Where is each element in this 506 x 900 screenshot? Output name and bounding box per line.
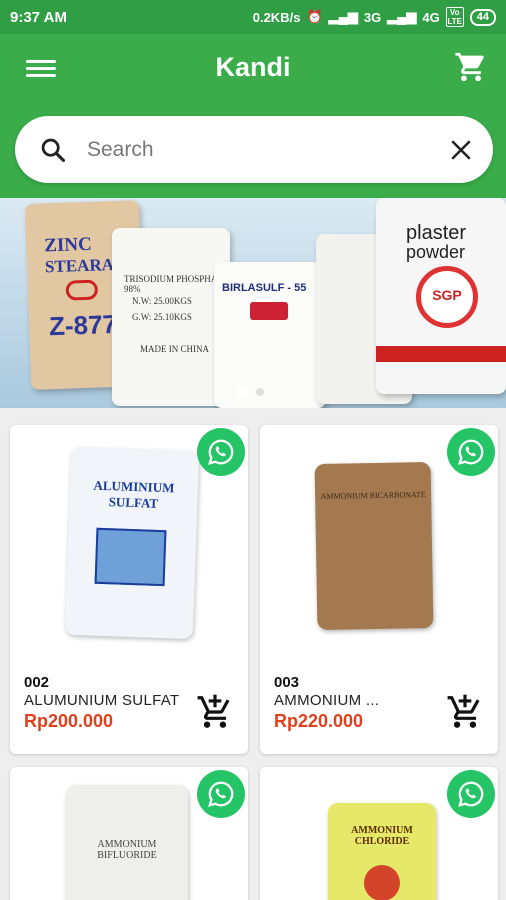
network-type: 3G: [363, 9, 382, 25]
banner-sack-birlasulf: BIRLASULF - 55: [214, 262, 326, 408]
cart-button[interactable]: [454, 50, 488, 84]
add-to-cart-button[interactable]: [446, 693, 484, 731]
status-icons: 0.2KB/s ⏰ ▂▄▆ 3G ▂▄▆ 4G Vo LTE 44: [253, 7, 496, 27]
status-time: 9:37 AM: [10, 8, 67, 26]
network-type-2: 4G: [422, 9, 440, 25]
banner-logo-icon: SGP: [416, 266, 478, 328]
banner-carousel[interactable]: ZINC STEARATE Z-877 TRISODIUM PHOSPHATE …: [0, 198, 506, 408]
product-card[interactable]: AMMONIUM CHLORIDE: [260, 767, 498, 900]
signal-icon: ▂▄▆: [328, 9, 358, 24]
product-image: AMMONIUM BICARBONATE: [314, 462, 434, 630]
carousel-indicator[interactable]: [236, 386, 264, 398]
add-to-cart-icon: [197, 694, 230, 728]
add-to-cart-icon: [447, 694, 480, 728]
product-price: Rp220.000: [274, 711, 364, 731]
product-logo-icon: [364, 865, 400, 900]
banner-sack-trisodium: TRISODIUM PHOSPHATE 98% N.W: 25.00KGS G.…: [112, 228, 230, 406]
search-icon[interactable]: [39, 136, 67, 164]
app-bar: Kandi: [0, 34, 506, 198]
carousel-dot-1[interactable]: [236, 386, 248, 398]
close-icon[interactable]: [449, 138, 473, 162]
product-card[interactable]: AMMONIUM BIFLUORIDE: [10, 767, 248, 900]
cart-icon: [455, 52, 484, 82]
net-speed: 0.2KB/s: [252, 9, 301, 25]
product-card[interactable]: ALUMINIUM SULFAT 002 ALUMUNIUM SULFAT Rp…: [10, 425, 248, 754]
search-bar: [15, 116, 493, 183]
status-bar: 9:37 AM 0.2KB/s ⏰ ▂▄▆ 3G ▂▄▆ 4G Vo LTE 4…: [0, 0, 506, 34]
product-code: 002: [24, 674, 50, 691]
banner-logo-icon: [65, 279, 99, 301]
whatsapp-button[interactable]: [197, 428, 245, 476]
whatsapp-button[interactable]: [197, 770, 245, 818]
banner-stripe: [376, 346, 506, 362]
banner-sack-plaster: plaster powder SGP: [376, 198, 506, 394]
whatsapp-button[interactable]: [447, 770, 495, 818]
product-image: AMMONIUM CHLORIDE: [328, 803, 436, 900]
search-input[interactable]: [87, 137, 449, 162]
product-image: ALUMINIUM SULFAT: [64, 446, 200, 640]
product-price: Rp200.000: [24, 711, 114, 731]
product-image: AMMONIUM BIFLUORIDE: [66, 785, 188, 900]
whatsapp-icon: [458, 439, 484, 465]
product-name: ALUMUNIUM SULFAT: [24, 692, 180, 709]
whatsapp-icon: [208, 439, 234, 465]
whatsapp-button[interactable]: [447, 428, 495, 476]
battery-indicator: 44: [469, 8, 496, 26]
alarm-icon: ⏰: [306, 9, 323, 24]
add-to-cart-button[interactable]: [196, 693, 234, 731]
product-name: AMMONIUM ...: [274, 692, 380, 709]
volte-badge: Vo LTE: [445, 7, 464, 27]
page-title: Kandi: [215, 52, 291, 82]
signal2-icon: ▂▄▆: [387, 9, 417, 24]
product-logo-icon: [94, 527, 167, 587]
banner-logo-icon: [250, 302, 288, 320]
whatsapp-icon: [458, 781, 484, 807]
carousel-dot-2[interactable]: [256, 388, 264, 396]
whatsapp-icon: [208, 781, 234, 807]
product-card[interactable]: AMMONIUM BICARBONATE 003 AMMONIUM ... Rp…: [260, 425, 498, 754]
product-code: 003: [274, 674, 300, 691]
